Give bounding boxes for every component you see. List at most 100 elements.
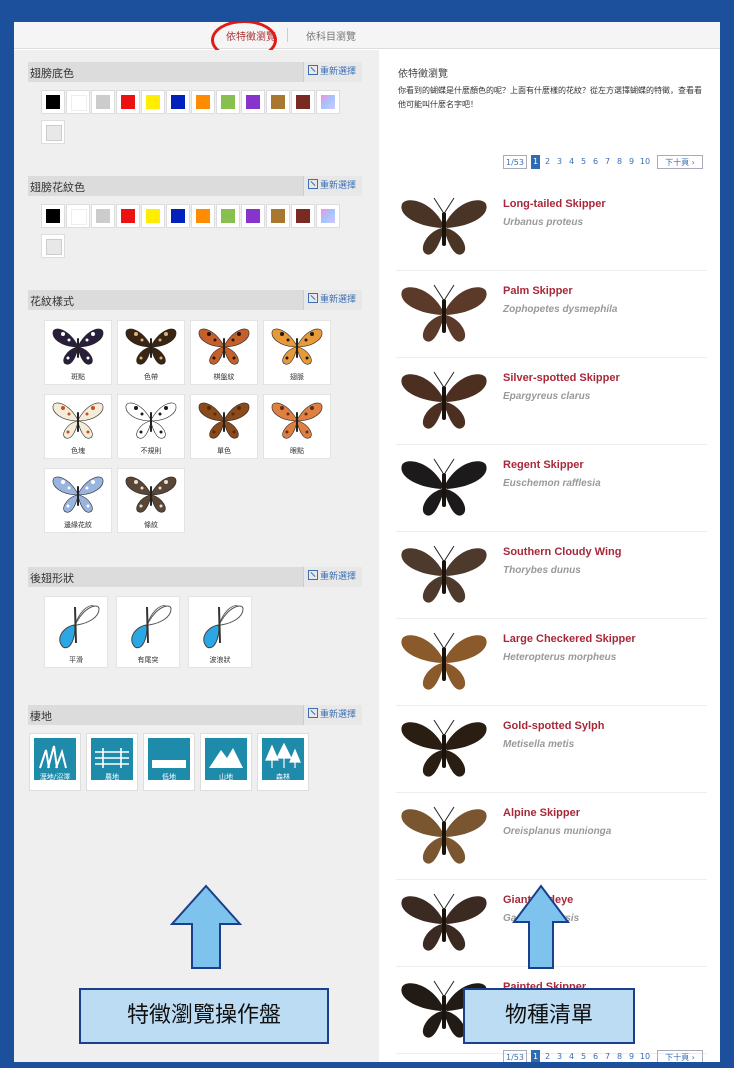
species-common-name[interactable]: Gold-spotted Sylph <box>503 720 604 732</box>
tab-taxonomy-browse[interactable]: 依科目瀏覽 <box>306 28 356 43</box>
color-swatch[interactable] <box>266 90 290 114</box>
species-item[interactable]: Silver-spotted Skipper Epargyreus clarus <box>396 358 707 445</box>
page-link[interactable]: 7 <box>603 155 612 169</box>
color-swatch[interactable] <box>166 204 190 228</box>
hindwing-option[interactable]: 有尾突 <box>116 596 180 668</box>
reset-button[interactable]: 重新選擇 <box>303 176 362 196</box>
page-link[interactable]: 2 <box>543 1050 552 1062</box>
species-common-name[interactable]: Alpine Skipper <box>503 807 580 819</box>
section-pattern-color: 翅膀花紋色 重新選擇 <box>28 176 362 196</box>
pattern-option[interactable]: 條紋 <box>117 468 185 533</box>
next-ten-pages-button[interactable]: 下十頁 › <box>657 155 703 169</box>
page-link[interactable]: 3 <box>555 1050 564 1062</box>
color-swatch[interactable] <box>291 204 315 228</box>
habitat-label: 森林 <box>276 773 290 781</box>
reset-button[interactable]: 重新選擇 <box>303 62 362 82</box>
page-link[interactable]: 10 <box>639 1050 651 1062</box>
page-link[interactable]: 4 <box>567 1050 576 1062</box>
habitat-glyph-icon <box>152 760 186 768</box>
reset-button[interactable]: 重新選擇 <box>303 290 362 310</box>
reset-label: 重新選擇 <box>320 295 357 305</box>
species-item[interactable]: Large Checkered Skipper Heteropterus mor… <box>396 619 707 706</box>
color-swatch[interactable] <box>91 204 115 228</box>
pattern-option[interactable]: 棋盤紋 <box>190 320 258 385</box>
reset-button[interactable]: 重新選擇 <box>303 567 362 587</box>
swatch-fill <box>296 95 310 109</box>
species-common-name[interactable]: Regent Skipper <box>503 459 584 471</box>
pattern-option[interactable]: 斑點 <box>44 320 112 385</box>
color-swatch[interactable] <box>91 90 115 114</box>
swatch-fill <box>96 209 110 223</box>
color-swatch[interactable] <box>116 90 140 114</box>
page-link[interactable]: 7 <box>603 1050 612 1062</box>
page-current[interactable]: 1 <box>531 1050 540 1062</box>
habitat-option[interactable]: 溼地/沼澤 <box>29 733 81 791</box>
habitat-option[interactable]: 森林 <box>257 733 309 791</box>
next-ten-pages-button[interactable]: 下十頁 › <box>657 1050 703 1062</box>
reset-button[interactable]: 重新選擇 <box>303 705 362 725</box>
page-link[interactable]: 2 <box>543 155 552 169</box>
page-link[interactable]: 5 <box>579 155 588 169</box>
species-common-name[interactable]: Large Checkered Skipper <box>503 633 636 645</box>
color-swatch[interactable] <box>316 204 340 228</box>
butterfly-photo <box>396 623 492 701</box>
color-swatch[interactable] <box>141 204 165 228</box>
species-item[interactable]: Southern Cloudy Wing Thorybes dunus <box>396 532 707 619</box>
pattern-option[interactable]: 邊緣花紋 <box>44 468 112 533</box>
page-current[interactable]: 1 <box>531 155 540 169</box>
species-scientific-name: Metisella metis <box>503 739 575 750</box>
pattern-option[interactable]: 不規則 <box>117 394 185 459</box>
habitat-option[interactable]: 山地 <box>200 733 252 791</box>
section-title: 後翅形狀 <box>30 572 74 585</box>
page-link[interactable]: 10 <box>639 155 651 169</box>
color-swatch[interactable] <box>241 90 265 114</box>
color-swatch[interactable] <box>216 204 240 228</box>
pattern-option[interactable]: 眼點 <box>263 394 331 459</box>
color-swatch[interactable] <box>41 234 65 258</box>
species-item[interactable]: Palm Skipper Zophopetes dysmephila <box>396 271 707 358</box>
page-link[interactable]: 9 <box>627 1050 636 1062</box>
page-link[interactable]: 8 <box>615 155 624 169</box>
color-swatch[interactable] <box>66 90 90 114</box>
pattern-label: 不規則 <box>140 447 162 455</box>
species-item[interactable]: Gold-spotted Sylph Metisella metis <box>396 706 707 793</box>
color-swatch[interactable] <box>266 204 290 228</box>
page-link[interactable]: 8 <box>615 1050 624 1062</box>
color-swatch[interactable] <box>166 90 190 114</box>
page-link[interactable]: 5 <box>579 1050 588 1062</box>
swatch-fill <box>146 209 160 223</box>
color-swatch[interactable] <box>291 90 315 114</box>
color-swatch[interactable] <box>141 90 165 114</box>
color-swatch[interactable] <box>316 90 340 114</box>
page-link[interactable]: 6 <box>591 1050 600 1062</box>
color-swatch[interactable] <box>191 204 215 228</box>
species-item[interactable]: Alpine Skipper Oreisplanus munionga <box>396 793 707 880</box>
species-common-name[interactable]: Palm Skipper <box>503 285 573 297</box>
species-common-name[interactable]: Silver-spotted Skipper <box>503 372 620 384</box>
section-title: 翅膀底色 <box>30 67 74 80</box>
color-swatch[interactable] <box>41 204 65 228</box>
color-swatch[interactable] <box>241 204 265 228</box>
species-common-name[interactable]: Southern Cloudy Wing <box>503 546 621 558</box>
pattern-option[interactable]: 單色 <box>190 394 258 459</box>
page-link[interactable]: 6 <box>591 155 600 169</box>
habitat-option[interactable]: 低地 <box>143 733 195 791</box>
species-item[interactable]: Long-tailed Skipper Urbanus proteus <box>396 184 707 271</box>
color-swatch[interactable] <box>66 204 90 228</box>
color-swatch[interactable] <box>41 120 65 144</box>
color-swatch[interactable] <box>41 90 65 114</box>
species-common-name[interactable]: Long-tailed Skipper <box>503 198 606 210</box>
page-link[interactable]: 4 <box>567 155 576 169</box>
page-link[interactable]: 3 <box>555 155 564 169</box>
pattern-option[interactable]: 色塊 <box>44 394 112 459</box>
pattern-option[interactable]: 色帶 <box>117 320 185 385</box>
color-swatch[interactable] <box>191 90 215 114</box>
species-item[interactable]: Regent Skipper Euschemon rafflesia <box>396 445 707 532</box>
hindwing-option[interactable]: 平滑 <box>44 596 108 668</box>
habitat-option[interactable]: 農地 <box>86 733 138 791</box>
color-swatch[interactable] <box>216 90 240 114</box>
page-link[interactable]: 9 <box>627 155 636 169</box>
hindwing-option[interactable]: 波浪狀 <box>188 596 252 668</box>
pattern-option[interactable]: 翅脈 <box>263 320 331 385</box>
color-swatch[interactable] <box>116 204 140 228</box>
